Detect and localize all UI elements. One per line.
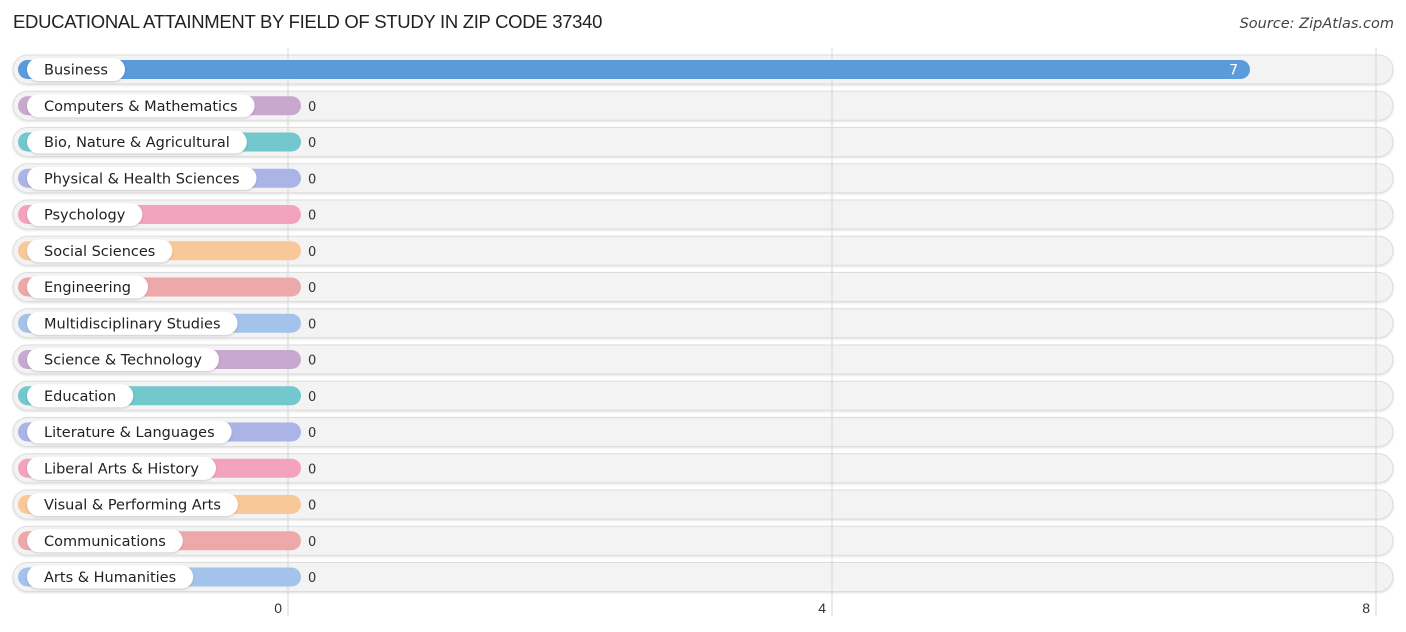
bar-chart: Business 7 Computers & Mathematics 0 Bio, Na… bbox=[12, 48, 1394, 616]
category-label: Computers & Mathematics bbox=[44, 99, 238, 115]
category-label: Visual & Performing Arts bbox=[44, 498, 221, 514]
category-label: Physical & Health Sciences bbox=[44, 171, 240, 187]
x-axis: 0 4 8 bbox=[274, 600, 1370, 616]
category-label: Bio, Nature & Agricultural bbox=[44, 135, 230, 151]
category-label: Psychology bbox=[44, 208, 126, 224]
category-label: Business bbox=[44, 63, 108, 79]
value-label: 7 bbox=[1229, 63, 1238, 79]
x-tick-label: 4 bbox=[818, 600, 826, 616]
category-label: Communications bbox=[44, 534, 166, 550]
value-label: 0 bbox=[308, 426, 316, 441]
value-label: 0 bbox=[308, 390, 316, 405]
value-label: 0 bbox=[308, 354, 316, 369]
value-label: 0 bbox=[308, 317, 316, 332]
value-label: 0 bbox=[308, 281, 316, 296]
value-label: 0 bbox=[308, 571, 316, 586]
category-label: Social Sciences bbox=[44, 244, 155, 260]
category-label: Liberal Arts & History bbox=[44, 461, 199, 477]
value-label: 0 bbox=[308, 136, 316, 151]
category-label: Education bbox=[44, 389, 116, 405]
value-label: 0 bbox=[308, 100, 316, 115]
value-label: 0 bbox=[308, 172, 316, 187]
category-label: Science & Technology bbox=[44, 353, 202, 369]
x-tick-label: 8 bbox=[1362, 600, 1370, 616]
category-label: Engineering bbox=[44, 280, 131, 296]
category-label: Literature & Languages bbox=[44, 425, 215, 441]
bar bbox=[18, 60, 1250, 79]
value-label: 0 bbox=[308, 245, 316, 260]
value-label: 0 bbox=[308, 499, 316, 514]
value-label: 0 bbox=[308, 535, 316, 550]
value-label: 0 bbox=[308, 209, 316, 224]
category-label: Multidisciplinary Studies bbox=[44, 316, 221, 332]
value-label: 0 bbox=[308, 462, 316, 477]
x-tick-label: 0 bbox=[274, 600, 282, 616]
category-label: Arts & Humanities bbox=[44, 570, 176, 586]
